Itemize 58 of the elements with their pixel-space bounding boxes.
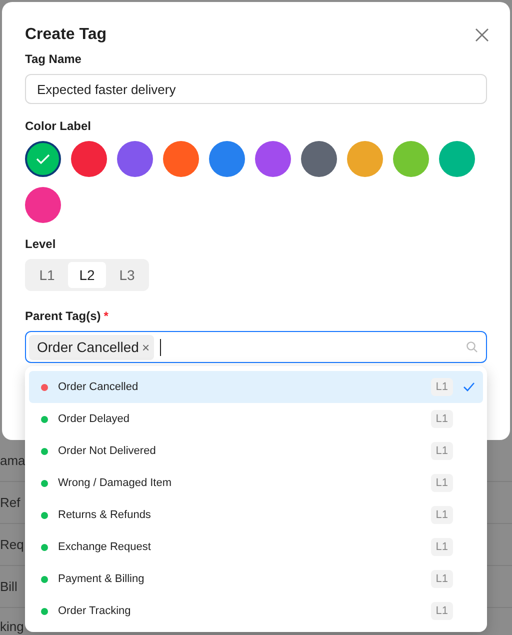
background-row-text: Ref (0, 495, 20, 510)
option-label: Order Delayed (58, 413, 131, 425)
level-option[interactable]: L2 (68, 262, 106, 288)
color-swatch[interactable] (163, 141, 199, 177)
dropdown-option[interactable]: Wrong / Damaged Item L1 (29, 467, 483, 499)
option-label: Returns & Refunds (58, 509, 152, 521)
field-label: Parent Tag(s) (25, 309, 101, 323)
dropdown-option[interactable]: Exchange Request L1 (29, 531, 483, 563)
option-label: Exchange Request (58, 541, 152, 553)
color-swatch[interactable] (393, 141, 429, 177)
option-label: Payment & Billing (58, 573, 146, 585)
background-row-text: king (0, 618, 24, 634)
dropdown-option[interactable]: Payment & Billing L1 (29, 563, 483, 595)
field-label: Level (25, 237, 56, 251)
close-icon[interactable] (474, 27, 490, 43)
level-badge: L1 (430, 410, 453, 428)
color-swatch[interactable] (117, 141, 153, 177)
option-label: Order Not Delivered (58, 445, 157, 457)
background-row-text: Req (0, 537, 24, 552)
dropdown-option[interactable]: Order Delayed L1 (29, 403, 483, 435)
dropdown-option[interactable]: Order Tracking L1 (29, 595, 483, 627)
level-badge: L1 (430, 442, 453, 460)
remove-chip-button[interactable]: × (142, 340, 150, 354)
background-row-text: Bill (0, 579, 18, 594)
color-swatch[interactable] (439, 141, 475, 177)
level-badge: L1 (430, 474, 453, 492)
dialog-title: Create Tag (25, 26, 107, 44)
dropdown-option[interactable]: Order Cancelled L1 (29, 371, 483, 403)
required-mark: * (104, 309, 108, 323)
level-option[interactable]: L3 (108, 262, 146, 288)
background-row-text: ama (0, 453, 26, 468)
text-cursor (160, 338, 161, 356)
color-swatch[interactable] (347, 141, 383, 177)
color-swatch[interactable] (71, 141, 107, 177)
parent-tags-field[interactable]: Order Cancelled × (25, 331, 487, 363)
color-swatch[interactable] (255, 141, 291, 177)
option-label: Wrong / Damaged Item (58, 477, 173, 489)
tag-name-input[interactable]: Expected faster delivery (25, 74, 487, 104)
level-option[interactable]: L1 (28, 262, 66, 288)
option-label: Order Tracking (58, 605, 132, 617)
field-label: Color Label (25, 119, 92, 133)
color-swatch[interactable] (25, 187, 61, 223)
chip-label: Order Cancelled (37, 339, 139, 355)
dropdown-option[interactable]: Order Not Delivered L1 (29, 435, 483, 467)
dropdown-option[interactable]: Returns & Refunds L1 (29, 499, 483, 531)
search-icon (466, 341, 478, 353)
check-icon (463, 382, 475, 392)
option-label: Order Cancelled (58, 381, 140, 393)
field-label: Tag Name (25, 52, 82, 66)
color-swatch[interactable] (209, 141, 245, 177)
level-badge: L1 (430, 570, 453, 588)
level-badge: L1 (430, 602, 453, 620)
color-swatch[interactable] (301, 141, 337, 177)
check-icon (35, 153, 51, 165)
color-swatch[interactable] (25, 141, 61, 177)
level-badge: L1 (430, 378, 453, 396)
level-badge: L1 (430, 506, 453, 524)
level-badge: L1 (430, 538, 453, 556)
